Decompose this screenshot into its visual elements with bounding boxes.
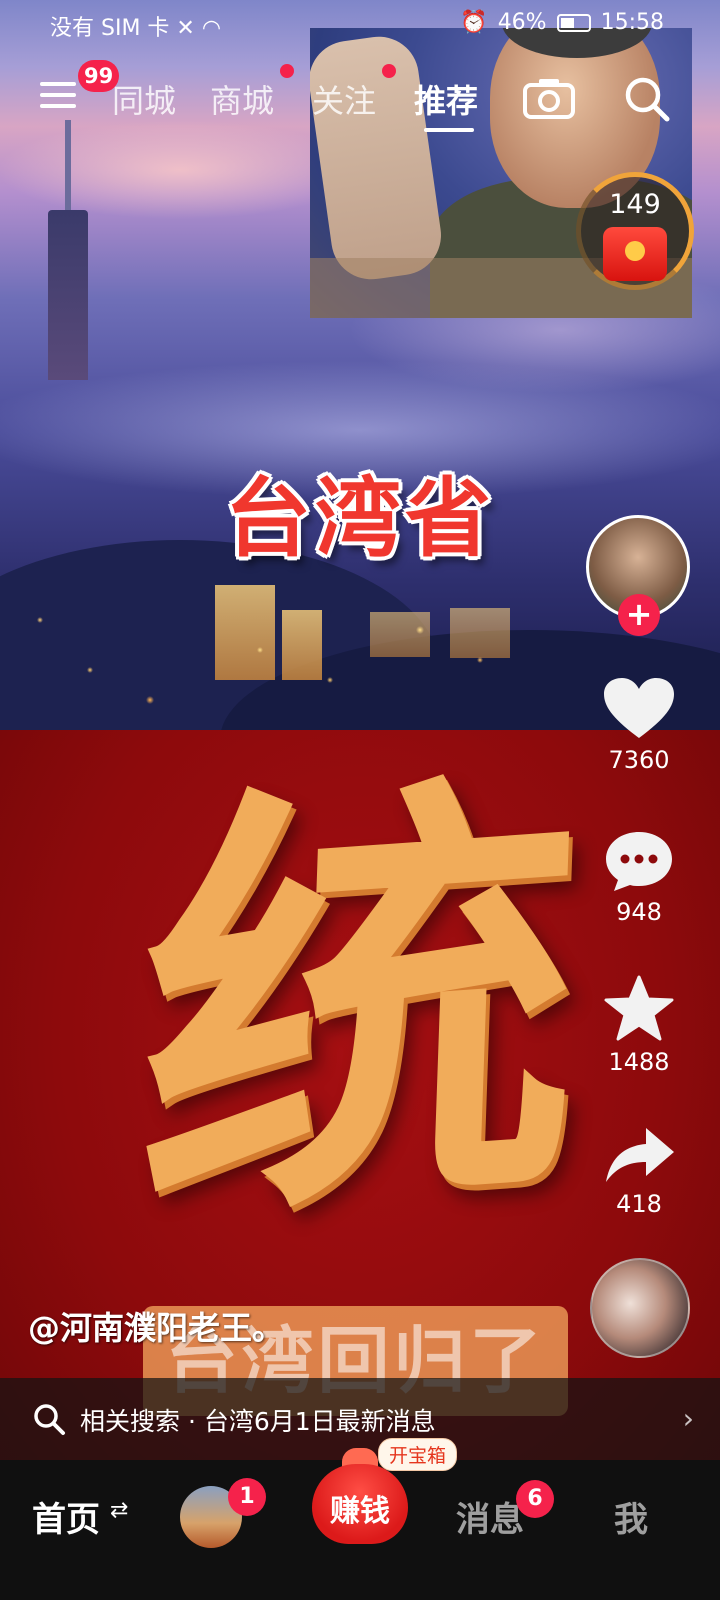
favorite-button[interactable]: 1488 — [598, 974, 680, 1076]
status-bar: 没有 SIM 卡 ✕ ◠ ⏰ 46% 15:58 — [0, 0, 720, 50]
search-icon — [625, 77, 670, 122]
share-button[interactable]: 418 — [598, 1124, 680, 1218]
like-count: 7360 — [608, 746, 670, 774]
comment-button[interactable]: 948 — [598, 828, 680, 926]
related-search-query: 台湾6月1日最新消息 — [203, 1407, 436, 1436]
menu-icon-bar — [40, 82, 76, 86]
menu-button[interactable] — [40, 78, 78, 112]
chevron-right-icon: › — [682, 1402, 694, 1435]
related-search-prefix: 相关搜索 — [80, 1407, 181, 1436]
red-packet-icon — [603, 227, 667, 281]
treasure-chest-pill[interactable]: 开宝箱 — [378, 1438, 458, 1471]
nav-me[interactable]: 我 — [614, 1492, 648, 1541]
tab-local[interactable]: 同城 — [112, 76, 176, 122]
related-search-text: 相关搜索 · 台湾6月1日最新消息 — [80, 1402, 436, 1438]
battery-icon — [556, 13, 591, 32]
favorite-count: 1488 — [608, 1048, 670, 1076]
tab-following[interactable]: 关注 — [312, 76, 376, 122]
swap-icon[interactable]: ⇄ — [110, 1498, 128, 1523]
battery-percent: 46% — [497, 10, 547, 35]
tab-mall[interactable]: 商城 — [210, 76, 274, 122]
comment-count: 948 — [616, 898, 662, 926]
heart-icon — [604, 678, 674, 738]
carrier-text: 没有 SIM 卡 — [50, 16, 170, 41]
nav-home[interactable]: 首页 — [32, 1492, 100, 1541]
wifi-icon: ◠ — [201, 16, 222, 41]
tab-active-underline — [424, 128, 474, 132]
share-arrow-icon — [606, 1128, 674, 1182]
nav-messages[interactable]: 消息 — [456, 1492, 524, 1541]
video-skyscraper — [48, 120, 88, 380]
like-button[interactable]: 7360 — [598, 676, 680, 774]
follow-button[interactable]: + — [618, 594, 660, 636]
star-icon — [604, 975, 674, 1041]
red-packet-widget[interactable]: 149 — [576, 172, 694, 290]
tab-recommend[interactable]: 推荐 — [414, 76, 478, 122]
earn-label: 赚钱 — [330, 1494, 390, 1529]
search-button[interactable] — [622, 74, 672, 124]
tab-following-dot — [382, 64, 396, 78]
status-right: ⏰ 46% 15:58 — [460, 10, 664, 35]
share-count: 418 — [616, 1190, 662, 1218]
menu-icon-bar — [40, 93, 76, 97]
no-sim-icon: ✕ — [176, 16, 195, 41]
top-nav: 99 同城 商城 关注 推荐 — [0, 60, 720, 140]
alarm-icon: ⏰ — [460, 10, 488, 35]
search-icon — [34, 1404, 65, 1435]
author-handle[interactable]: @河南濮阳老王。 — [28, 1303, 284, 1349]
menu-icon-bar — [40, 104, 76, 108]
clock: 15:58 — [600, 10, 664, 35]
music-disc[interactable] — [590, 1258, 690, 1358]
red-packet-count: 149 — [609, 189, 661, 220]
messages-badge: 6 — [516, 1480, 554, 1518]
status-carrier: 没有 SIM 卡 ✕ ◠ — [50, 10, 221, 42]
related-search-separator: · — [187, 1407, 196, 1436]
comment-icon — [606, 832, 672, 891]
camera-button[interactable] — [522, 76, 576, 120]
camera-icon — [523, 79, 575, 119]
friends-badge: 1 — [228, 1478, 266, 1516]
bottom-nav: 首页 ⇄ 1 赚钱 开宝箱 消息 6 我 — [0, 1438, 720, 1600]
tab-mall-dot — [280, 64, 294, 78]
